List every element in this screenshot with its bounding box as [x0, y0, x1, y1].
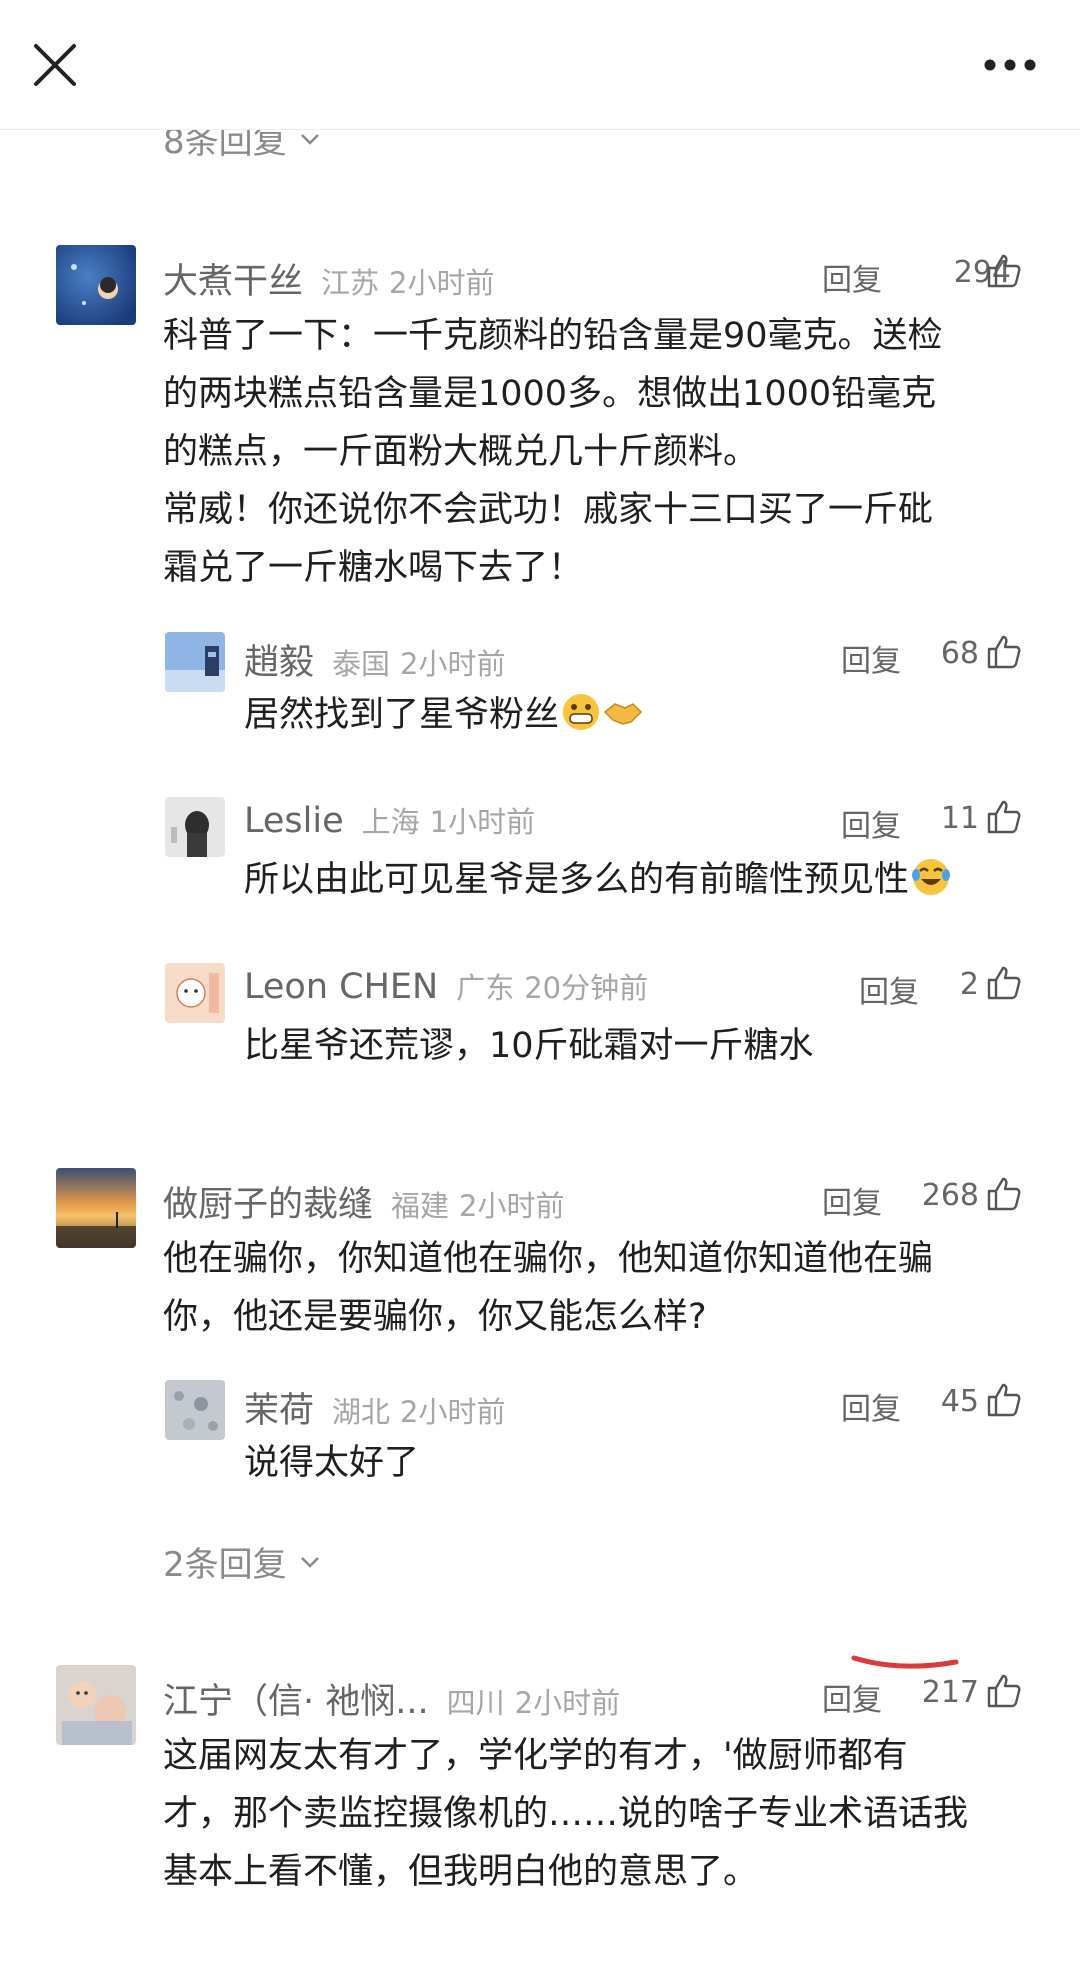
top-bar: [0, 0, 1080, 130]
comment-text: 科普了一下：一千克颜料的铅含量是90毫克。送检 的两块糕点铅含量是1000多。想…: [163, 316, 943, 588]
like-count: 11: [940, 801, 979, 836]
thumbs-up-icon[interactable]: [986, 1176, 1022, 1212]
comment-author[interactable]: 江宁（信· 祂悯... 四川 2小时前: [163, 1673, 620, 1724]
comment-location: 四川: [446, 1686, 505, 1720]
thumbs-up-icon[interactable]: [986, 1673, 1022, 1709]
avatar[interactable]: [56, 245, 136, 325]
thumbs-up-icon[interactable]: [986, 634, 1022, 670]
comment-author[interactable]: 大煮干丝 江苏 2小时前: [163, 253, 494, 304]
reply-button[interactable]: 回复: [822, 1178, 882, 1222]
reply-author[interactable]: Leon CHEN 广东 20分钟前: [244, 965, 648, 1007]
like-count: 268: [921, 1178, 979, 1213]
comment-text: 这届网友太有才了，学化学的有才，'做厨师都有 才，那个卖监控摄像机的……说的啥子…: [163, 1736, 969, 1892]
reply-time: 20分钟前: [524, 971, 649, 1005]
thumbs-up-icon[interactable]: [986, 253, 1022, 289]
reply-text: 说得太好了: [244, 1443, 420, 1483]
reply-author[interactable]: 趙毅 泰国 2小时前: [244, 634, 505, 685]
thumbs-up-icon[interactable]: [986, 799, 1022, 835]
comment-location: 江苏: [321, 266, 380, 300]
reply-location: 湖北: [332, 1395, 391, 1429]
more-horizontal-icon[interactable]: [980, 50, 1040, 80]
comment-time: 2小时前: [389, 266, 495, 300]
avatar[interactable]: [56, 1168, 136, 1248]
thumbs-up-icon[interactable]: [986, 1382, 1022, 1418]
chevron-down-icon: [300, 1556, 319, 1568]
comment-text: 他在骗你，你知道他在骗你，他知道你知道他在骗 你，他还是要骗你，你又能怎么样?: [163, 1239, 934, 1337]
reply-button[interactable]: 回复: [822, 1675, 882, 1719]
like-count: 68: [940, 636, 979, 671]
close-icon[interactable]: [30, 40, 80, 90]
handshake-emoji: [603, 692, 643, 732]
avatar[interactable]: [165, 632, 225, 692]
reply-author[interactable]: 茉荷 湖北 2小时前: [244, 1382, 505, 1433]
reply-button[interactable]: 回复: [841, 1384, 901, 1428]
avatar[interactable]: [165, 963, 225, 1023]
red-underline-annotation: [851, 1655, 959, 1669]
expand-replies-link[interactable]: 2条回复: [163, 1537, 323, 1586]
reply-location: 广东: [456, 971, 515, 1005]
reply-location: 上海: [361, 805, 420, 839]
reply-location: 泰国: [332, 647, 391, 681]
comment-time: 2小时前: [514, 1686, 621, 1720]
crying-laughing-emoji: [911, 857, 951, 897]
reply-button[interactable]: 回复: [841, 636, 901, 680]
reply-author[interactable]: Leslie 上海 1小时前: [244, 799, 535, 841]
comment-author[interactable]: 做厨子的裁缝 福建 2小时前: [163, 1176, 564, 1227]
reply-button[interactable]: 回复: [859, 967, 919, 1011]
reply-time: 1小时前: [429, 805, 536, 839]
avatar[interactable]: [165, 1380, 225, 1440]
reply-time: 2小时前: [400, 1395, 506, 1429]
like-count: 217: [921, 1675, 979, 1710]
reply-button[interactable]: 回复: [822, 255, 882, 299]
thumbs-up-icon[interactable]: [986, 965, 1022, 1001]
comment-time: 2小时前: [459, 1189, 565, 1223]
reply-time: 2小时前: [400, 647, 506, 681]
reply-text: 比星爷还荒谬，10斤砒霜对一斤糖水: [244, 1026, 814, 1066]
comment-location: 福建: [391, 1189, 450, 1223]
reply-text: 居然找到了星爷粉丝: [244, 686, 1024, 744]
like-count: 2: [959, 967, 979, 1002]
reply-button[interactable]: 回复: [841, 801, 901, 845]
avatar[interactable]: [165, 797, 225, 857]
grin-emoji: [561, 692, 601, 732]
avatar[interactable]: [56, 1665, 136, 1745]
reply-text: 所以由此可见星爷是多么的有前瞻性预见性: [244, 851, 1044, 909]
like-count: 45: [940, 1384, 979, 1419]
